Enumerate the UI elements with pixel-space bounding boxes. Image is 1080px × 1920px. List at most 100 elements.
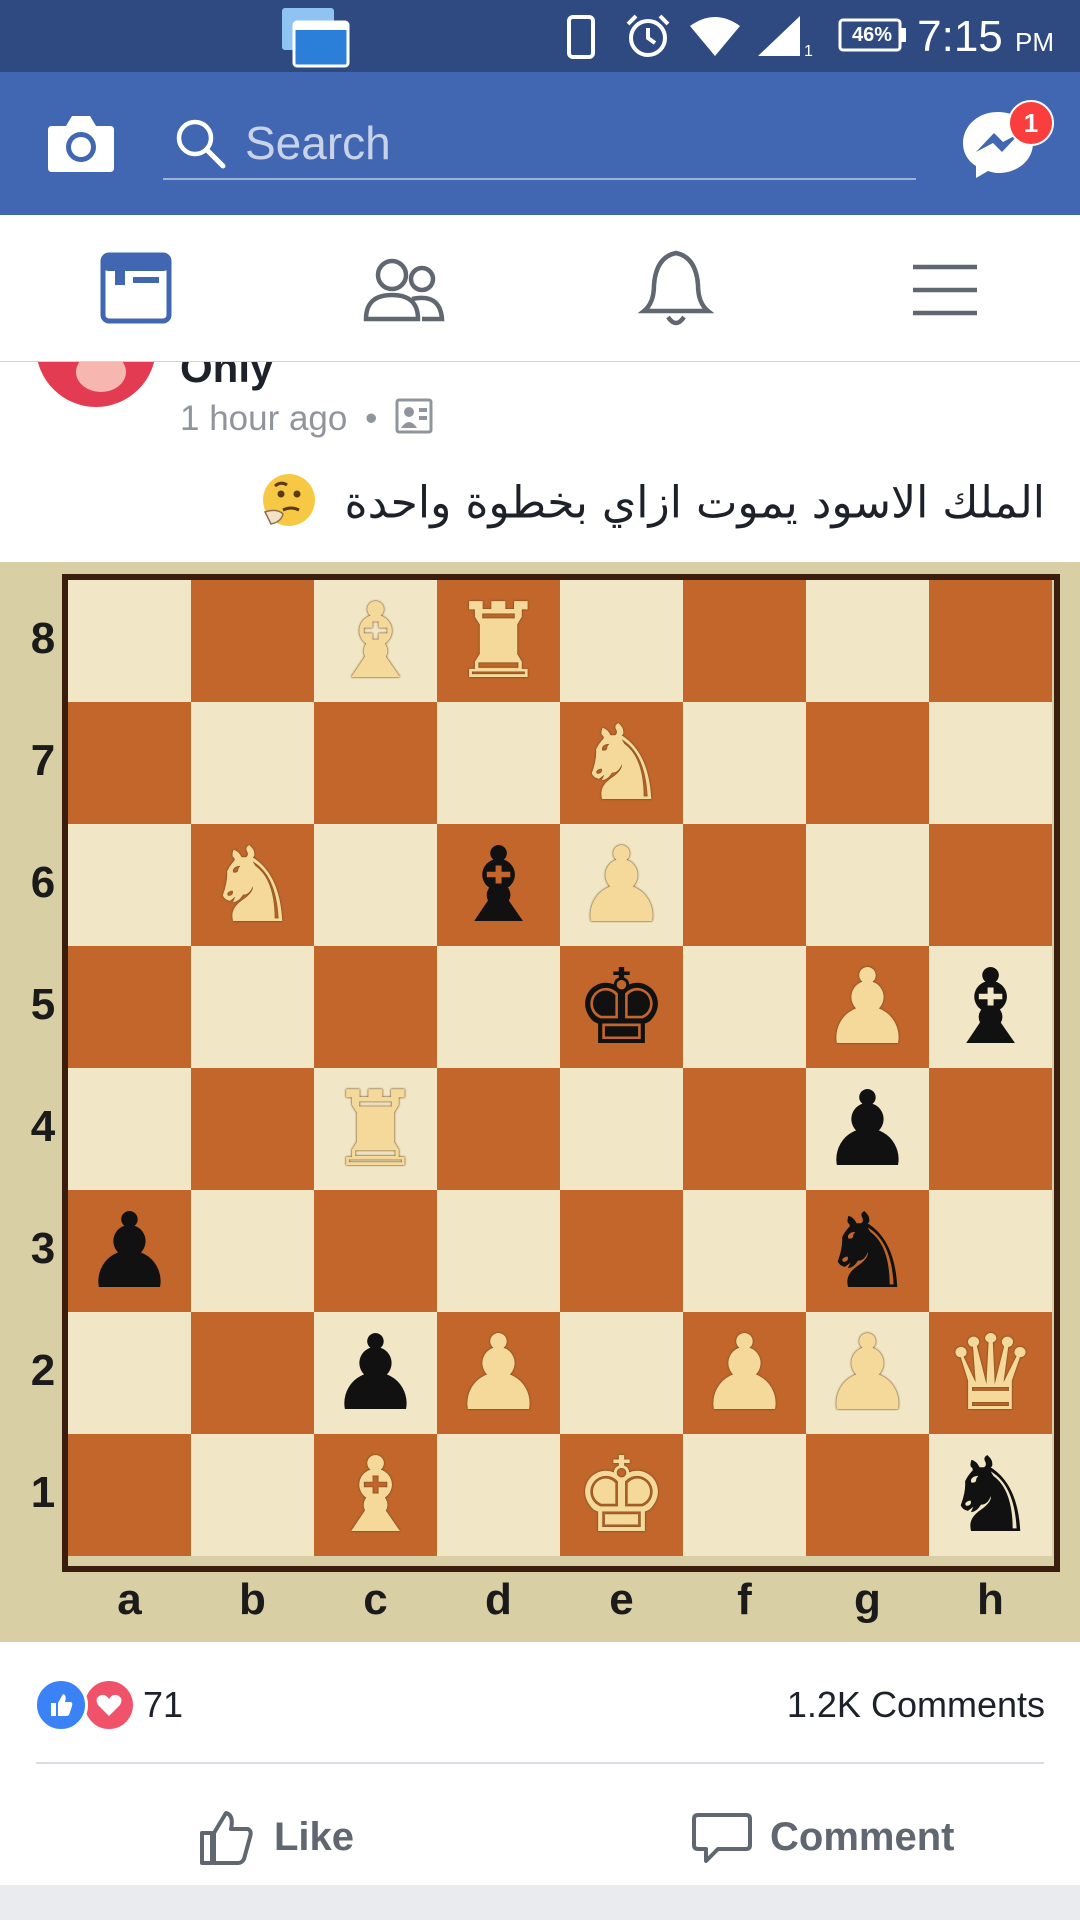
square-d4 <box>437 1068 560 1190</box>
square-c5 <box>314 946 437 1068</box>
square-g1 <box>806 1434 929 1556</box>
like-button[interactable]: Like <box>196 1782 354 1892</box>
camera-icon[interactable] <box>46 112 116 179</box>
phone-icon <box>566 14 596 65</box>
rank-label-8: 8 <box>30 614 56 663</box>
bell-icon <box>637 250 715 326</box>
white-rook-d8: ♜ <box>451 580 546 702</box>
square-e2 <box>560 1312 683 1434</box>
caption-text: الملك الاسود يموت ازاي بخطوة واحدة <box>344 477 1045 529</box>
square-f8 <box>683 580 806 702</box>
tab-friends[interactable] <box>356 245 456 335</box>
menu-icon <box>913 264 977 316</box>
square-b2 <box>191 1312 314 1434</box>
file-label-c: c <box>363 1575 388 1624</box>
black-knight-g3: ♞ <box>820 1190 915 1312</box>
rank-label-4: 4 <box>30 1102 56 1151</box>
reaction-count[interactable]: 71 <box>143 1684 183 1726</box>
battery-percent: 46% <box>852 24 893 46</box>
post-time[interactable]: 1 hour ago <box>180 399 347 438</box>
reactions-bar: 71 1.2K Comments <box>0 1652 1080 1752</box>
square-a8 <box>68 580 191 702</box>
square-d7 <box>437 702 560 824</box>
signal-icon: 1 <box>756 14 816 63</box>
square-a5 <box>68 946 191 1068</box>
comment-count[interactable]: 1.2K Comments <box>787 1684 1045 1726</box>
post-caption: الملك الاسود يموت ازاي بخطوة واحدة <box>261 472 1045 539</box>
news-feed-icon <box>100 252 172 324</box>
clock-time: 7:15 <box>917 12 1003 61</box>
white-bishop-c1: ♝ <box>328 1434 423 1556</box>
post-card: Only 1 hour ago • الملك الاسود يموت ازاي… <box>0 362 1080 1885</box>
multi-window-icon <box>280 6 352 73</box>
square-h7 <box>929 702 1052 824</box>
square-d3 <box>437 1190 560 1312</box>
avatar[interactable] <box>36 362 156 407</box>
file-label-e: e <box>609 1575 634 1624</box>
black-bishop-h5: ♝ <box>943 946 1038 1068</box>
clock: 7:15 PM <box>917 12 1054 62</box>
like-reaction-icon[interactable] <box>34 1678 88 1732</box>
square-a7 <box>68 702 191 824</box>
white-bishop-c8: ♝ <box>328 580 423 702</box>
square-c6 <box>314 824 437 946</box>
comment-button[interactable]: Comment <box>692 1782 954 1892</box>
privacy-icon[interactable] <box>395 398 435 443</box>
square-h4 <box>929 1068 1052 1190</box>
black-pawn-c2: ♟ <box>328 1312 423 1434</box>
post-image[interactable]: 87654321 ♝ ♜ ♞ ♞ ♝ ♟ ♚ ♟ ♝ ♜ ♟ ♟ ♞ ♟ ♟ ♟ ♟ ♛ ♝ ♚ ♞ abcdefgh <box>0 562 1080 1642</box>
file-label-f: f <box>737 1575 752 1624</box>
author-name[interactable]: Only <box>180 362 273 392</box>
friends-icon <box>363 258 445 322</box>
file-label-h: h <box>977 1575 1004 1624</box>
like-label: Like <box>274 1814 355 1859</box>
square-b7 <box>191 702 314 824</box>
square-e4 <box>560 1068 683 1190</box>
tab-notifications[interactable] <box>626 245 726 335</box>
tab-news-feed[interactable] <box>85 245 185 335</box>
square-h6 <box>929 824 1052 946</box>
square-d5 <box>437 946 560 1068</box>
black-king-e5: ♚ <box>574 946 669 1068</box>
tab-menu[interactable] <box>895 245 995 335</box>
square-a4 <box>68 1068 191 1190</box>
messenger-badge: 1 <box>1008 100 1054 146</box>
search-box[interactable] <box>163 106 916 180</box>
comment-label: Comment <box>770 1814 955 1859</box>
square-d1 <box>437 1434 560 1556</box>
square-c7 <box>314 702 437 824</box>
file-label-g: g <box>854 1575 881 1624</box>
square-c3 <box>314 1190 437 1312</box>
actions-divider <box>36 1762 1044 1764</box>
clock-ampm: PM <box>1015 27 1054 57</box>
white-king-e1: ♚ <box>574 1434 669 1556</box>
rank-label-7: 7 <box>30 736 56 785</box>
status-bar: 1 46% 7:15 PM <box>0 0 1080 72</box>
square-g6 <box>806 824 929 946</box>
nav-bar <box>0 215 1080 363</box>
white-queen-h2: ♛ <box>943 1312 1038 1434</box>
rank-label-3: 3 <box>30 1224 56 1273</box>
square-f6 <box>683 824 806 946</box>
black-bishop-d6: ♝ <box>451 824 546 946</box>
black-knight-h1: ♞ <box>943 1434 1038 1556</box>
square-f5 <box>683 946 806 1068</box>
square-f1 <box>683 1434 806 1556</box>
white-knight-b6: ♞ <box>205 824 300 946</box>
alarm-icon <box>624 12 672 65</box>
white-pawn-f2: ♟ <box>697 1312 792 1434</box>
square-f3 <box>683 1190 806 1312</box>
square-b3 <box>191 1190 314 1312</box>
square-g7 <box>806 702 929 824</box>
post-header: Only 1 hour ago • الملك الاسود يموت ازاي… <box>0 362 1080 562</box>
white-knight-e7: ♞ <box>574 702 669 824</box>
square-f7 <box>683 702 806 824</box>
thinking-emoji-icon <box>261 472 317 539</box>
square-b5 <box>191 946 314 1068</box>
comment-icon <box>692 1813 752 1863</box>
search-input[interactable] <box>243 114 887 172</box>
square-f4 <box>683 1068 806 1190</box>
love-reaction-icon[interactable] <box>82 1678 136 1732</box>
avatar-face <box>76 362 126 392</box>
square-a1 <box>68 1434 191 1556</box>
